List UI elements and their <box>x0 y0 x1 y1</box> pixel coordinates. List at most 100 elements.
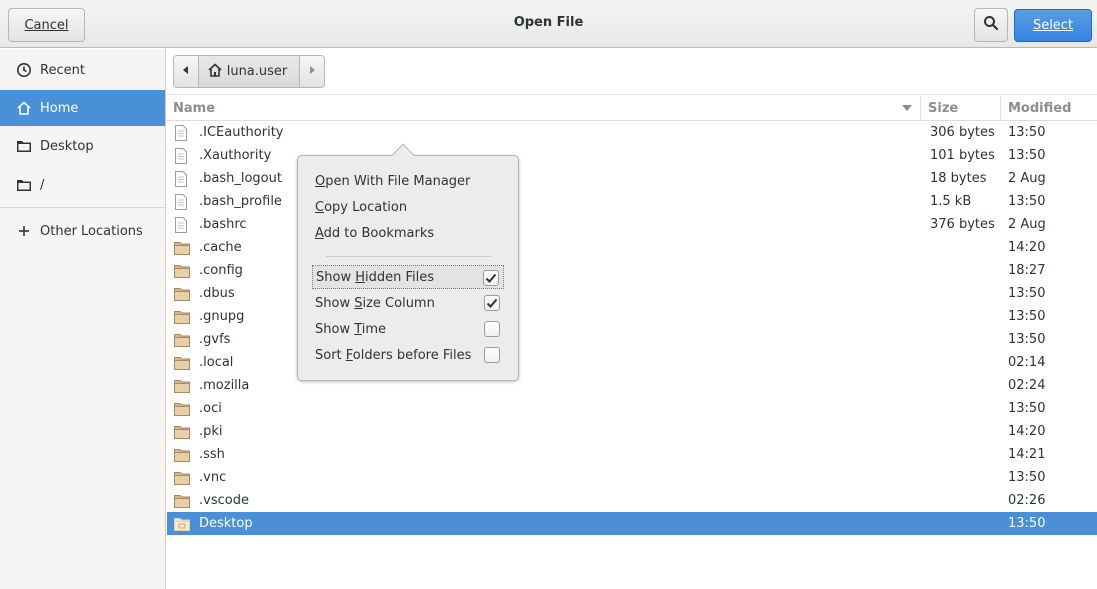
sidebar-item-label: / <box>40 177 45 193</box>
folder-icon <box>174 374 190 397</box>
file-modified: 13:50 <box>1008 125 1046 140</box>
sidebar-separator <box>0 207 165 208</box>
file-name: .bash_profile <box>199 194 282 209</box>
toggle-sort-folders-before-files[interactable]: Sort Folders before Files <box>312 343 504 367</box>
menu-item-open-with-file-manager[interactable]: Open With File Manager <box>315 171 470 191</box>
folder-icon <box>16 138 32 154</box>
file-modified: 13:50 <box>1008 470 1046 485</box>
column-header-row: Name Size Modified <box>167 96 1097 121</box>
file-size: 101 bytes <box>930 148 995 163</box>
home-icon <box>16 100 32 116</box>
places-sidebar: Recent Home Desktop / Other Locations <box>0 49 166 589</box>
file-row[interactable]: .oci 13:50 <box>167 397 1097 420</box>
plus-icon <box>16 223 32 239</box>
sidebar-item-label: Home <box>40 100 79 116</box>
column-header-size[interactable]: Size <box>922 96 1001 120</box>
context-menu: Open With File Manager Copy Location Add… <box>297 143 519 381</box>
file-name: .config <box>199 263 243 278</box>
folder-icon <box>174 305 190 328</box>
sidebar-item-label: Recent <box>40 62 85 78</box>
file-icon <box>174 190 190 213</box>
file-icon <box>174 167 190 190</box>
column-header-name[interactable]: Name <box>167 96 921 120</box>
menu-separator <box>326 256 492 257</box>
path-forward-button[interactable] <box>300 56 324 87</box>
file-modified: 02:26 <box>1008 493 1046 508</box>
select-button[interactable]: Select <box>1014 9 1092 42</box>
menu-item-label: Show Hidden Files <box>316 269 435 285</box>
folder-icon <box>174 420 190 443</box>
column-header-label: Name <box>173 100 216 116</box>
file-modified: 13:50 <box>1008 516 1046 531</box>
path-segment-label: luna.user <box>226 64 288 79</box>
sidebar-item-recent[interactable]: Recent <box>0 52 165 88</box>
checkbox-unchecked-icon[interactable] <box>484 347 500 363</box>
header-bar: Cancel Open File Select <box>0 0 1097 48</box>
desktop-folder-icon <box>174 512 190 535</box>
file-modified: 14:20 <box>1008 424 1046 439</box>
file-name: .mozilla <box>199 378 250 393</box>
clock-icon <box>16 62 32 78</box>
home-icon <box>207 62 223 82</box>
file-row[interactable]: .pki 14:20 <box>167 420 1097 443</box>
drive-icon <box>16 177 32 193</box>
file-name: Desktop <box>199 516 253 531</box>
file-icon <box>174 213 190 236</box>
checkbox-checked-icon[interactable] <box>483 270 499 286</box>
file-modified: 13:50 <box>1008 148 1046 163</box>
folder-icon <box>174 282 190 305</box>
file-name: .Xauthority <box>199 148 272 163</box>
chevron-left-icon <box>181 64 191 79</box>
file-name: .ICEauthority <box>199 125 284 140</box>
toggle-show-hidden-files[interactable]: Show Hidden Files <box>312 265 504 289</box>
file-name: .dbus <box>199 286 235 301</box>
file-name: .bashrc <box>199 217 247 232</box>
menu-item-copy-location[interactable]: Copy Location <box>315 197 407 217</box>
folder-icon <box>174 328 190 351</box>
sidebar-item-home[interactable]: Home <box>0 90 165 126</box>
sidebar-item-label: Other Locations <box>40 223 143 239</box>
menu-item-add-to-bookmarks[interactable]: Add to Bookmarks <box>315 223 434 243</box>
folder-icon <box>174 489 190 512</box>
sidebar-item-label: Desktop <box>40 138 94 154</box>
file-size: 306 bytes <box>930 125 995 140</box>
search-icon <box>983 15 999 35</box>
file-modified: 13:50 <box>1008 332 1046 347</box>
file-name: .ssh <box>199 447 225 462</box>
file-modified: 02:24 <box>1008 378 1046 393</box>
file-row[interactable]: .vscode 02:26 <box>167 489 1097 512</box>
file-name: .gvfs <box>199 332 231 347</box>
column-header-label: Modified <box>1008 100 1072 116</box>
dialog-title: Open File <box>513 15 584 30</box>
file-modified: 13:50 <box>1008 401 1046 416</box>
sidebar-item-root[interactable]: / <box>0 167 165 203</box>
file-icon <box>174 144 190 167</box>
file-size: 1.5 kB <box>930 194 972 209</box>
file-modified: 13:50 <box>1008 194 1046 209</box>
select-label: Select <box>1032 18 1074 33</box>
toggle-show-size-column[interactable]: Show Size Column <box>312 291 504 315</box>
file-row[interactable]: .ssh 14:21 <box>167 443 1097 466</box>
file-row[interactable]: .ICEauthority 306 bytes 13:50 <box>167 121 1097 144</box>
file-size: 18 bytes <box>930 171 987 186</box>
toggle-show-time[interactable]: Show Time <box>312 317 504 341</box>
path-segment-home[interactable]: luna.user <box>198 56 300 87</box>
file-row[interactable]: Desktop 13:50 <box>167 512 1097 535</box>
checkbox-checked-icon[interactable] <box>484 295 500 311</box>
column-header-modified[interactable]: Modified <box>1002 96 1097 120</box>
checkbox-unchecked-icon[interactable] <box>484 321 500 337</box>
file-modified: 13:50 <box>1008 286 1046 301</box>
path-back-button[interactable] <box>174 56 198 87</box>
file-modified: 02:14 <box>1008 355 1046 370</box>
folder-icon <box>174 351 190 374</box>
sidebar-item-desktop[interactable]: Desktop <box>0 128 165 164</box>
file-row[interactable]: .vnc 13:50 <box>167 466 1097 489</box>
menu-item-label: Add to Bookmarks <box>315 225 435 241</box>
file-name: .pki <box>199 424 223 439</box>
file-modified: 2 Aug <box>1008 171 1046 186</box>
sidebar-item-other-locations[interactable]: Other Locations <box>0 213 165 249</box>
file-size: 376 bytes <box>930 217 995 232</box>
menu-item-label: Show Time <box>315 321 387 337</box>
search-button[interactable] <box>974 8 1008 42</box>
file-name: .bash_logout <box>199 171 282 186</box>
